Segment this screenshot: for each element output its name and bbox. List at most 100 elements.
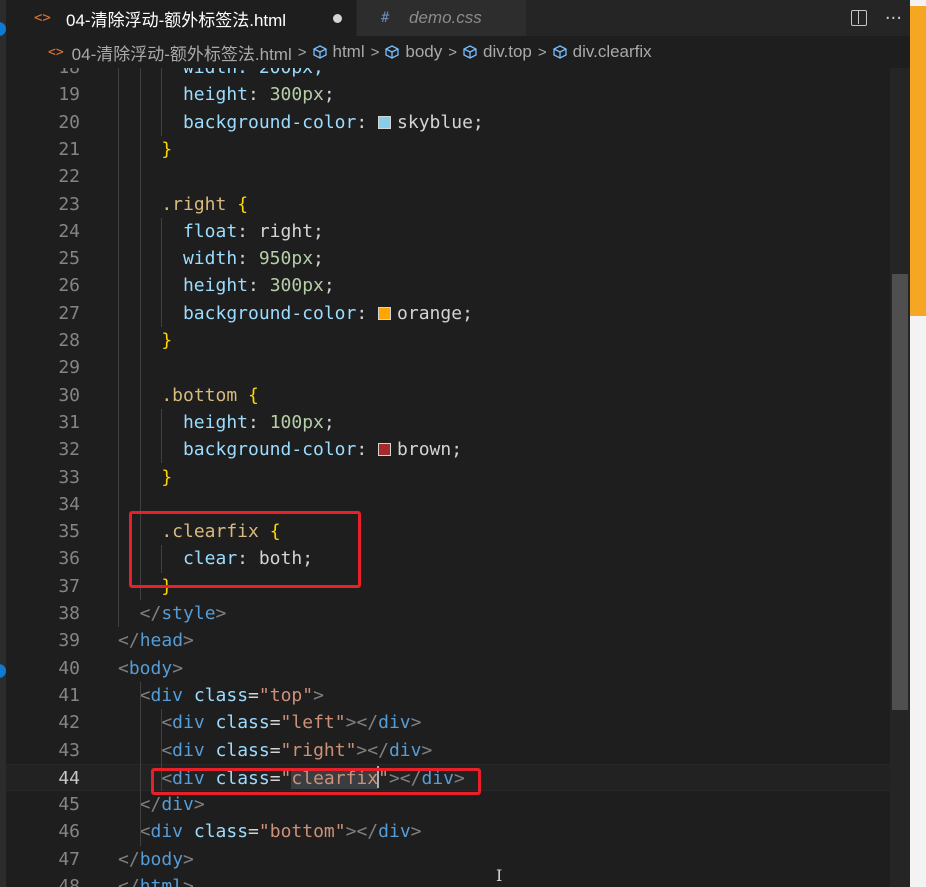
line-content: <body> xyxy=(118,655,183,682)
code-line[interactable]: 28} xyxy=(6,327,910,354)
tab-css-file[interactable]: # demo.css xyxy=(356,0,526,36)
line-content: </head> xyxy=(118,627,194,654)
code-line[interactable]: 41 <div class="top"> xyxy=(6,682,910,709)
tag-bracket: < xyxy=(139,684,151,706)
code-line[interactable]: 20 background-color: skyblue; xyxy=(6,109,910,136)
code-punctuation: ; xyxy=(313,220,324,242)
code-line[interactable]: 43 <div class="right"></div> xyxy=(6,737,910,764)
line-number: 38 xyxy=(58,603,80,624)
code-line[interactable]: 24 float: right; xyxy=(6,218,910,245)
line-content: <div class="top"> xyxy=(140,682,324,709)
tag-bracket: > xyxy=(183,876,194,887)
code-punctuation: : xyxy=(248,84,270,106)
breadcrumb-item-file[interactable]: <> 04-清除浮动-额外标签法.html xyxy=(48,40,292,65)
tag-bracket: </ xyxy=(139,794,162,816)
code-line[interactable]: 32 background-color: brown; xyxy=(6,436,910,463)
line-number: 45 xyxy=(58,794,80,816)
breadcrumb-item-body[interactable]: body xyxy=(385,42,442,62)
code-line[interactable]: 30 .bottom { xyxy=(6,382,910,409)
line-number: 25 xyxy=(58,248,80,270)
code-line[interactable]: 29 xyxy=(6,354,910,381)
tag-bracket: > xyxy=(410,712,422,734)
tag-bracket: > xyxy=(183,848,194,870)
color-swatch-icon[interactable] xyxy=(378,443,392,457)
css-value: right xyxy=(258,220,314,242)
code-line[interactable]: 45 </div> xyxy=(6,791,910,818)
tag-name: style xyxy=(161,603,216,624)
code-line[interactable]: 19 height: 300px; xyxy=(6,81,910,108)
line-number: 21 xyxy=(58,138,80,160)
line-number: 30 xyxy=(58,384,80,406)
line-number: 41 xyxy=(58,684,80,706)
tag-name: div xyxy=(388,739,422,761)
css-selector: .right xyxy=(161,193,227,215)
tag-name: html xyxy=(139,876,184,887)
breadcrumb: <> 04-清除浮动-额外标签法.html > html > body > di… xyxy=(6,36,910,68)
code-line[interactable]: 46 <div class="bottom"></div> xyxy=(6,818,910,845)
css-property: width xyxy=(182,248,238,270)
attribute-name: class xyxy=(215,712,270,734)
line-number: 22 xyxy=(58,166,80,188)
scrollbar-thumb[interactable] xyxy=(892,274,908,710)
code-line[interactable]: 31 height: 100px; xyxy=(6,409,910,436)
line-content: .bottom { xyxy=(161,382,259,409)
line-number: 29 xyxy=(58,357,80,379)
line-number: 42 xyxy=(58,712,80,734)
symbol-cube-icon xyxy=(312,45,327,59)
line-number: 40 xyxy=(58,657,80,679)
color-swatch-icon[interactable] xyxy=(378,306,392,320)
line-number: 20 xyxy=(58,111,80,133)
code-line[interactable]: 26 height: 300px; xyxy=(6,272,910,299)
code-punctuation: : xyxy=(248,411,270,433)
breadcrumb-item-div-clearfix[interactable]: div.clearfix xyxy=(552,42,652,62)
css-file-icon: # xyxy=(381,10,390,26)
tag-bracket: > xyxy=(356,739,368,761)
tag-bracket: > xyxy=(313,684,324,706)
vertical-scrollbar[interactable] xyxy=(890,68,910,887)
attribute-value: left xyxy=(291,712,335,734)
code-line[interactable]: 48 </html> xyxy=(6,873,910,887)
code-punctuation: ; xyxy=(472,111,484,133)
line-content: height: 100px; xyxy=(183,409,335,436)
tag-bracket: > xyxy=(215,603,227,624)
tab-html-file[interactable]: <> 04-清除浮动-额外标签法.html xyxy=(6,0,356,36)
code-line[interactable]: 27 background-color: orange; xyxy=(6,300,910,327)
css-property: height xyxy=(182,84,248,106)
code-line[interactable]: 25 width: 950px; xyxy=(6,245,910,272)
code-line[interactable]: 42 <div class="left"></div> xyxy=(6,709,910,736)
code-punctuation: ; xyxy=(323,411,335,433)
code-punctuation: : xyxy=(356,439,379,461)
code-line[interactable]: 47 </body> xyxy=(6,846,910,873)
code-line[interactable]: 33} xyxy=(6,464,910,491)
tag-name: body xyxy=(128,657,173,679)
code-line[interactable]: 21} xyxy=(6,136,910,163)
symbol-cube-icon xyxy=(463,45,477,59)
code-line[interactable]: 23 .right { xyxy=(6,191,910,218)
unsaved-dot-icon[interactable] xyxy=(333,13,342,23)
code-line[interactable]: 38 </style> xyxy=(6,600,910,627)
indent-guide xyxy=(161,217,163,327)
chevron-right-icon: > xyxy=(537,43,547,61)
breadcrumb-item-div-top[interactable]: div.top xyxy=(463,42,532,62)
breadcrumb-item-html[interactable]: html xyxy=(312,42,365,62)
css-property: height xyxy=(182,275,248,297)
code-editor[interactable]: 18 width: 200px; 19 height: 300px; 20 backgro… xyxy=(6,68,910,887)
code-token: width: 200px; xyxy=(183,68,324,78)
code-brace: } xyxy=(161,466,173,488)
more-actions-icon[interactable]: ··· xyxy=(885,8,902,29)
line-content: background-color: brown; xyxy=(183,436,462,463)
code-punctuation: ; xyxy=(323,275,335,297)
code-line[interactable]: 39 </head> xyxy=(6,627,910,654)
line-content: </div> xyxy=(140,791,205,818)
breadcrumb-label: html xyxy=(332,42,365,61)
split-editor-icon[interactable] xyxy=(850,10,867,26)
line-number: 34 xyxy=(58,493,80,515)
color-swatch-icon[interactable] xyxy=(378,115,392,129)
line-number: 35 xyxy=(58,521,80,543)
code-punctuation: = xyxy=(248,821,259,843)
code-line[interactable]: 40 <body> xyxy=(6,655,910,682)
code-line[interactable]: 22 xyxy=(6,163,910,190)
code-line[interactable]: 18 width: 200px; xyxy=(6,68,910,81)
line-number: 23 xyxy=(58,193,80,215)
